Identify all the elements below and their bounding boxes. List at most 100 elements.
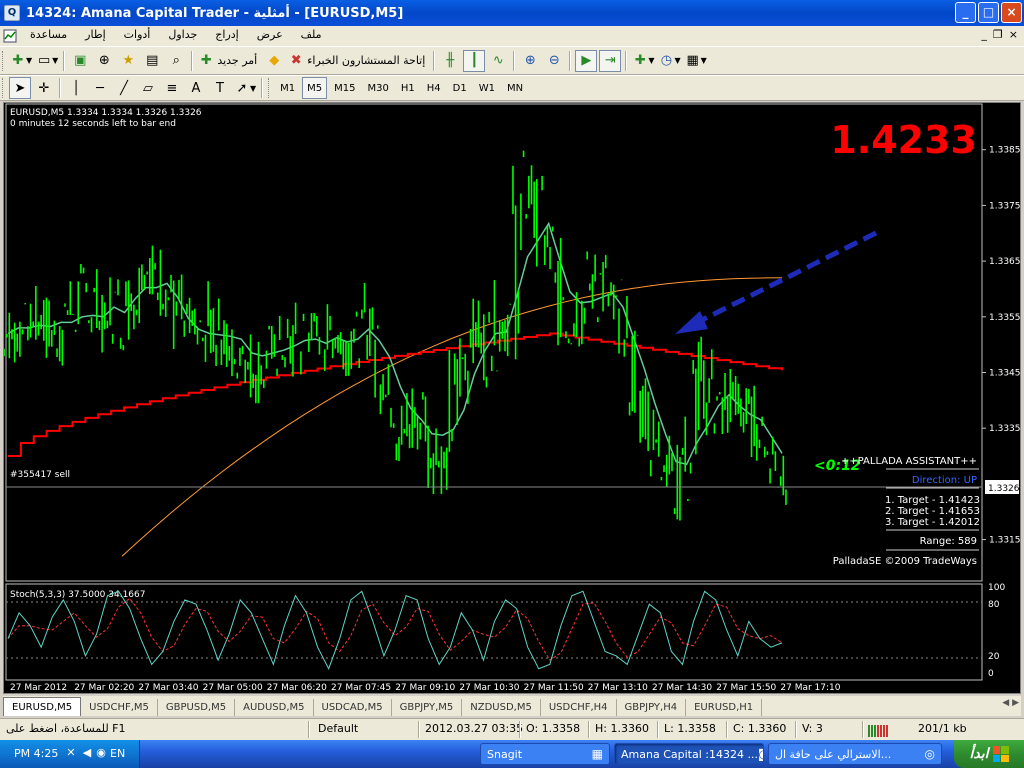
taskbar-browser[interactable]: الاسترالي على حافة ال... ◎	[768, 743, 942, 765]
cursor-tool-button[interactable]: ➤	[9, 77, 31, 99]
title-bar[interactable]: Q 14324: Amana Capital Trader - أمثلية -…	[0, 0, 1024, 26]
mdi-minimize-button[interactable]: _	[981, 28, 987, 41]
timeframe-d1-button[interactable]: D1	[448, 77, 472, 99]
crosshair-icon: ✛	[38, 80, 50, 96]
timeframe-w1-button[interactable]: W1	[474, 77, 500, 99]
start-button[interactable]: ابدأ	[954, 740, 1024, 768]
channel-button[interactable]: ▱	[137, 77, 159, 99]
new-chart-button[interactable]: ✚ ▼	[9, 50, 33, 72]
profiles-button[interactable]: ▭ ▼	[35, 50, 59, 72]
horizontal-line-button[interactable]: ─	[89, 77, 111, 99]
zoom-out-button[interactable]: ⊖	[543, 50, 565, 72]
connection-bars-icon[interactable]	[868, 723, 892, 737]
close-button[interactable]: ×	[1001, 2, 1022, 23]
maximize-button[interactable]: □	[978, 2, 999, 23]
language-indicator[interactable]: EN	[110, 747, 125, 760]
menu-insert[interactable]: إدراج	[215, 28, 238, 41]
mdi-close-button[interactable]: ×	[1009, 28, 1018, 41]
volume-icon[interactable]: ◀	[80, 746, 94, 760]
time-axis-label: 27 Mar 2012	[10, 683, 67, 693]
timeframe-m5-button[interactable]: M5	[302, 77, 328, 99]
periods-button[interactable]: ◷ ▼	[657, 50, 681, 72]
tab-usdchf-h4[interactable]: USDCHF,H4	[541, 699, 617, 716]
status-separator	[657, 721, 659, 738]
terminal-icon: ▤	[146, 53, 159, 68]
indicators-button[interactable]: ✚ ▼	[631, 50, 655, 72]
minimize-button[interactable]: _	[955, 2, 976, 23]
text-tool-button[interactable]: A	[185, 77, 207, 99]
timeframe-h4-button[interactable]: H4	[422, 77, 446, 99]
market-watch-button[interactable]: ▣	[69, 50, 91, 72]
arrows-button[interactable]: ➚ ▼	[233, 77, 257, 99]
warning-icon: ◆	[269, 53, 280, 68]
timeframe-mn-button[interactable]: MN	[502, 77, 528, 99]
navigator-button[interactable]: ★	[117, 50, 139, 72]
taskbar-snagit[interactable]: Snagit ▦	[480, 743, 610, 765]
expert-advisors-button[interactable]: ✖ إتاحة المستشارون الخبراء	[287, 50, 429, 72]
menu-view[interactable]: عرض	[257, 28, 283, 41]
time-axis-label: 27 Mar 17:10	[780, 683, 840, 693]
tab-usdcad-m5[interactable]: USDCAD,M5	[314, 699, 392, 716]
tab-nzdusd-m5[interactable]: NZDUSD,M5	[462, 699, 541, 716]
chart-window[interactable]: 1.3385 1.3375 1.3365 1.3355 1.3345 1.3335 1.33…	[3, 102, 1021, 694]
meta-editor-button[interactable]: ◆	[263, 50, 285, 72]
trend-line-button[interactable]: ╱	[113, 77, 135, 99]
timeframe-m1-button[interactable]: M1	[275, 77, 300, 99]
tab-gbpusd-m5[interactable]: GBPUSD,M5	[158, 699, 236, 716]
timeframe-m30-button[interactable]: M30	[363, 77, 394, 99]
bar-chart-button[interactable]: ╫	[439, 50, 461, 72]
menu-charts[interactable]: جداول	[168, 28, 197, 41]
menu-file[interactable]: ملف	[301, 28, 322, 41]
taskbar: PM 4:25 ✕ ◀ ◉ EN Snagit ▦ Amana Capital …	[0, 740, 1024, 768]
timeframe-m15-button[interactable]: M15	[329, 77, 360, 99]
tab-audusd-m5[interactable]: AUDUSD,M5	[235, 699, 314, 716]
network-icon[interactable]: ✕	[64, 746, 78, 760]
timeframe-h1-button[interactable]: H1	[396, 77, 420, 99]
tab-gbpjpy-m5[interactable]: GBPJPY,M5	[392, 699, 463, 716]
toolbar-grip[interactable]	[2, 78, 6, 98]
status-separator	[308, 721, 310, 738]
tab-usdchf-m5[interactable]: USDCHF,M5	[81, 699, 158, 716]
taskbar-amana[interactable]: Amana Capital :14324 ... ◙	[614, 743, 764, 765]
zoom-in-button[interactable]: ⊕	[519, 50, 541, 72]
data-window-button[interactable]: ⊕	[93, 50, 115, 72]
candlestick-button[interactable]: ┃	[463, 49, 486, 72]
status-traffic: 201/1 kb	[918, 722, 967, 735]
tab-eurusd-h1[interactable]: EURUSD,H1	[686, 699, 763, 716]
text-label-button[interactable]: T	[209, 77, 231, 99]
menu-help[interactable]: مساعدة	[30, 28, 67, 41]
assistant-target-2: 2. Target - 1.41653	[885, 506, 980, 517]
document-icon[interactable]	[2, 28, 18, 44]
new-order-button[interactable]: ✚ أمر جديد	[197, 50, 261, 72]
status-separator	[519, 721, 521, 738]
tab-eurusd-m5[interactable]: EURUSD,M5	[3, 697, 82, 716]
crosshair-tool-button[interactable]: ✛	[33, 77, 55, 99]
mdi-restore-button[interactable]: ❐	[993, 28, 1003, 41]
slow-moving-average-line	[121, 277, 783, 557]
price-axis-label: 1.3335	[989, 424, 1020, 434]
toolbar-grip[interactable]	[268, 78, 272, 98]
vertical-line-button[interactable]: │	[65, 77, 87, 99]
chart-shift-button[interactable]: ⇥	[599, 49, 622, 72]
app-icon[interactable]: Q	[4, 5, 20, 21]
auto-scroll-button[interactable]: ▶	[575, 49, 598, 72]
strategy-tester-button[interactable]: ⌕	[165, 50, 187, 72]
start-label: ابدأ	[969, 746, 989, 762]
terminal-button[interactable]: ▤	[141, 50, 163, 72]
toolbar-separator	[569, 50, 572, 71]
line-chart-button[interactable]: ∿	[487, 50, 509, 72]
fibonacci-button[interactable]: ≡	[161, 77, 183, 99]
tab-gbpjpy-h4[interactable]: GBPJPY,H4	[617, 699, 687, 716]
status-separator	[588, 721, 590, 738]
menu-tools[interactable]: أدوات	[124, 28, 151, 41]
chart-canvas[interactable]: 1.3385 1.3375 1.3365 1.3355 1.3345 1.3335 1.33…	[4, 103, 1020, 693]
tray-clock[interactable]: PM 4:25	[14, 747, 58, 760]
system-tray: PM 4:25 ✕ ◀ ◉ EN	[0, 740, 140, 768]
tab-scroll-arrows[interactable]: ◀ ▶	[1002, 698, 1019, 708]
stoch-axis-label: 20	[988, 652, 1000, 662]
toolbar-grip[interactable]	[2, 50, 6, 71]
templates-button[interactable]: ▦ ▼	[684, 50, 708, 72]
bar-chart-icon: ╫	[446, 53, 455, 68]
menu-window[interactable]: إطار	[85, 28, 105, 41]
tray-app-icon[interactable]: ◉	[94, 746, 108, 760]
